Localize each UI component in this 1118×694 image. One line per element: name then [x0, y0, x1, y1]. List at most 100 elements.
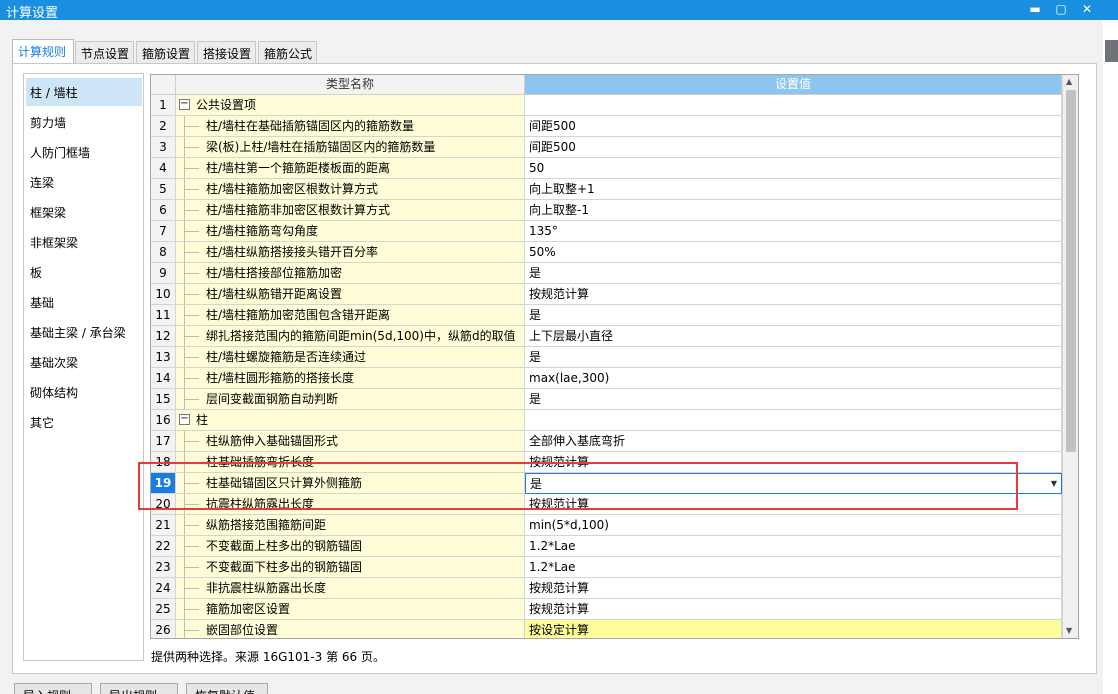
table-row[interactable]: 22 不变截面上柱多出的钢筋锚固 1.2*Lae [151, 536, 1062, 557]
tab-stirrup-formula[interactable]: 箍筋公式 [258, 41, 317, 63]
scroll-up-icon[interactable]: ▲ [1066, 77, 1072, 86]
row-value[interactable]: 1.2*Lae [525, 536, 1062, 557]
list-item[interactable]: 砌体结构 [26, 378, 142, 406]
row-value[interactable]: 135° [525, 221, 1062, 242]
row-value[interactable]: 向上取整-1 [525, 200, 1062, 221]
row-type-name: 层间变截面钢筋自动判断 [176, 389, 525, 410]
row-label: 绑扎搭接范围内的箍筋间距min(5d,100)中，纵筋d的取值 [206, 329, 516, 343]
value-text: 是 [529, 392, 542, 406]
scroll-thumb[interactable] [1066, 90, 1076, 452]
table-row[interactable]: 12 绑扎搭接范围内的箍筋间距min(5d,100)中，纵筋d的取值 上下层最小直径 [151, 326, 1062, 347]
row-type-name: 柱/墙柱螺旋箍筋是否连续通过 [176, 347, 525, 368]
restore-defaults-button[interactable]: 恢复默认值 [186, 683, 268, 694]
maximize-icon[interactable]: ▢ [1048, 0, 1074, 20]
row-type-name: 箍筋加密区设置 [176, 599, 525, 620]
tab-stirrup-settings[interactable]: 箍筋设置 [136, 41, 195, 63]
list-item[interactable]: 板 [26, 258, 142, 286]
chevron-down-icon[interactable]: ▼ [1051, 474, 1057, 493]
row-number: 24 [151, 578, 176, 599]
table-row[interactable]: 7 柱/墙柱箍筋弯勾角度 135° [151, 221, 1062, 242]
value-text: 上下层最小直径 [529, 329, 614, 343]
row-number: 10 [151, 284, 176, 305]
component-list: 柱 / 墙柱 剪力墙 人防门框墙 连梁 框架梁 非框架梁 板 基础 基础主梁 /… [23, 73, 144, 661]
scroll-down-icon[interactable]: ▼ [1066, 626, 1072, 635]
row-value[interactable]: 向上取整+1 [525, 179, 1062, 200]
row-number: 16 [151, 410, 176, 431]
list-item[interactable]: 其它 [26, 408, 142, 436]
table-row[interactable]: 21 纵筋搭接范围箍筋间距 min(5*d,100) [151, 515, 1062, 536]
row-value[interactable]: 上下层最小直径 [525, 326, 1062, 347]
list-item[interactable]: 剪力墙 [26, 108, 142, 136]
row-value[interactable]: 全部伸入基底弯折 [525, 431, 1062, 452]
table-row[interactable]: 11 柱/墙柱箍筋加密范围包含错开距离 是 [151, 305, 1062, 326]
table-row[interactable]: 1− 公共设置项 [151, 95, 1062, 116]
table-row[interactable]: 10 柱/墙柱纵筋错开距离设置 按规范计算 [151, 284, 1062, 305]
row-value[interactable] [525, 410, 1062, 431]
table-row[interactable]: 17 柱纵筋伸入基础锚固形式 全部伸入基底弯折 [151, 431, 1062, 452]
table-row[interactable]: 16− 柱 [151, 410, 1062, 431]
row-number: 26 [151, 620, 176, 638]
row-value[interactable]: 1.2*Lae [525, 557, 1062, 578]
import-rules-button[interactable]: 导入规则 [14, 683, 92, 694]
row-type-name: 纵筋搭接范围箍筋间距 [176, 515, 525, 536]
row-value[interactable]: 是 [525, 347, 1062, 368]
tab-node-settings[interactable]: 节点设置 [75, 41, 134, 63]
close-icon[interactable]: ✕ [1074, 0, 1100, 20]
row-value[interactable]: 按设定计算 [525, 620, 1062, 638]
list-item[interactable]: 连梁 [26, 168, 142, 196]
vertical-scrollbar[interactable]: ▲ ▼ [1062, 75, 1078, 638]
list-item[interactable]: 基础次梁 [26, 348, 142, 376]
row-number: 4 [151, 158, 176, 179]
row-value[interactable] [525, 95, 1062, 116]
list-item[interactable]: 框架梁 [26, 198, 142, 226]
list-item[interactable]: 柱 / 墙柱 [26, 78, 142, 106]
table-row[interactable]: 9 柱/墙柱搭接部位箍筋加密 是 [151, 263, 1062, 284]
row-value[interactable]: 50% [525, 242, 1062, 263]
table-row[interactable]: 23 不变截面下柱多出的钢筋锚固 1.2*Lae [151, 557, 1062, 578]
collapse-icon[interactable]: − [179, 99, 190, 110]
table-row[interactable]: 26 嵌固部位设置 按设定计算 [151, 620, 1062, 638]
row-value[interactable]: 间距500 [525, 116, 1062, 137]
row-type-name: 柱/墙柱箍筋加密范围包含错开距离 [176, 305, 525, 326]
row-value[interactable]: 是 [525, 305, 1062, 326]
table-row[interactable]: 15 层间变截面钢筋自动判断 是 [151, 389, 1062, 410]
value-text: 按规范计算 [529, 581, 590, 595]
table-row[interactable]: 14 柱/墙柱圆形箍筋的搭接长度 max(lae,300) [151, 368, 1062, 389]
row-value[interactable]: min(5*d,100) [525, 515, 1062, 536]
row-value[interactable]: 按规范计算 [525, 599, 1062, 620]
list-item[interactable]: 基础主梁 / 承台梁 [26, 318, 142, 346]
value-text: 是 [529, 266, 542, 280]
table-row[interactable]: 5 柱/墙柱箍筋加密区根数计算方式 向上取整+1 [151, 179, 1062, 200]
table-row[interactable]: 24 非抗震柱纵筋露出长度 按规范计算 [151, 578, 1062, 599]
row-type-name: 柱/墙柱纵筋搭接接头错开百分率 [176, 242, 525, 263]
table-row[interactable]: 8 柱/墙柱纵筋搭接接头错开百分率 50% [151, 242, 1062, 263]
table-row[interactable]: 2 柱/墙柱在基础插筋锚固区内的箍筋数量 间距500 [151, 116, 1062, 137]
table-row[interactable]: 4 柱/墙柱第一个箍筋距楼板面的距离 50 [151, 158, 1062, 179]
table-row[interactable]: 25 箍筋加密区设置 按规范计算 [151, 599, 1062, 620]
tab-calc-rules[interactable]: 计算规则 [12, 39, 74, 63]
row-value[interactable]: 按规范计算 [525, 578, 1062, 599]
row-value[interactable]: 是 [525, 263, 1062, 284]
row-type-name: 柱/墙柱箍筋弯勾角度 [176, 221, 525, 242]
list-item[interactable]: 基础 [26, 288, 142, 316]
row-value[interactable]: 50 [525, 158, 1062, 179]
list-item[interactable]: 人防门框墙 [26, 138, 142, 166]
export-rules-button[interactable]: 导出规则 [100, 683, 178, 694]
row-type-name: 嵌固部位设置 [176, 620, 525, 638]
highlight-box [138, 462, 1018, 510]
table-row[interactable]: 13 柱/墙柱螺旋箍筋是否连续通过 是 [151, 347, 1062, 368]
table-row[interactable]: 6 柱/墙柱箍筋非加密区根数计算方式 向上取整-1 [151, 200, 1062, 221]
header-row-number [151, 75, 176, 95]
row-value[interactable]: max(lae,300) [525, 368, 1062, 389]
value-text: 是 [529, 308, 542, 322]
list-item[interactable]: 非框架梁 [26, 228, 142, 256]
tab-lap-settings[interactable]: 搭接设置 [197, 41, 256, 63]
minimize-icon[interactable]: ▬ [1022, 0, 1048, 20]
row-value[interactable]: 是 [525, 389, 1062, 410]
row-label: 不变截面下柱多出的钢筋锚固 [206, 560, 363, 574]
collapse-icon[interactable]: − [179, 414, 190, 425]
row-value[interactable]: 间距500 [525, 137, 1062, 158]
row-label: 柱/墙柱纵筋错开距离设置 [206, 287, 343, 301]
row-value[interactable]: 按规范计算 [525, 284, 1062, 305]
table-row[interactable]: 3 梁(板)上柱/墙柱在插筋锚固区内的箍筋数量 间距500 [151, 137, 1062, 158]
